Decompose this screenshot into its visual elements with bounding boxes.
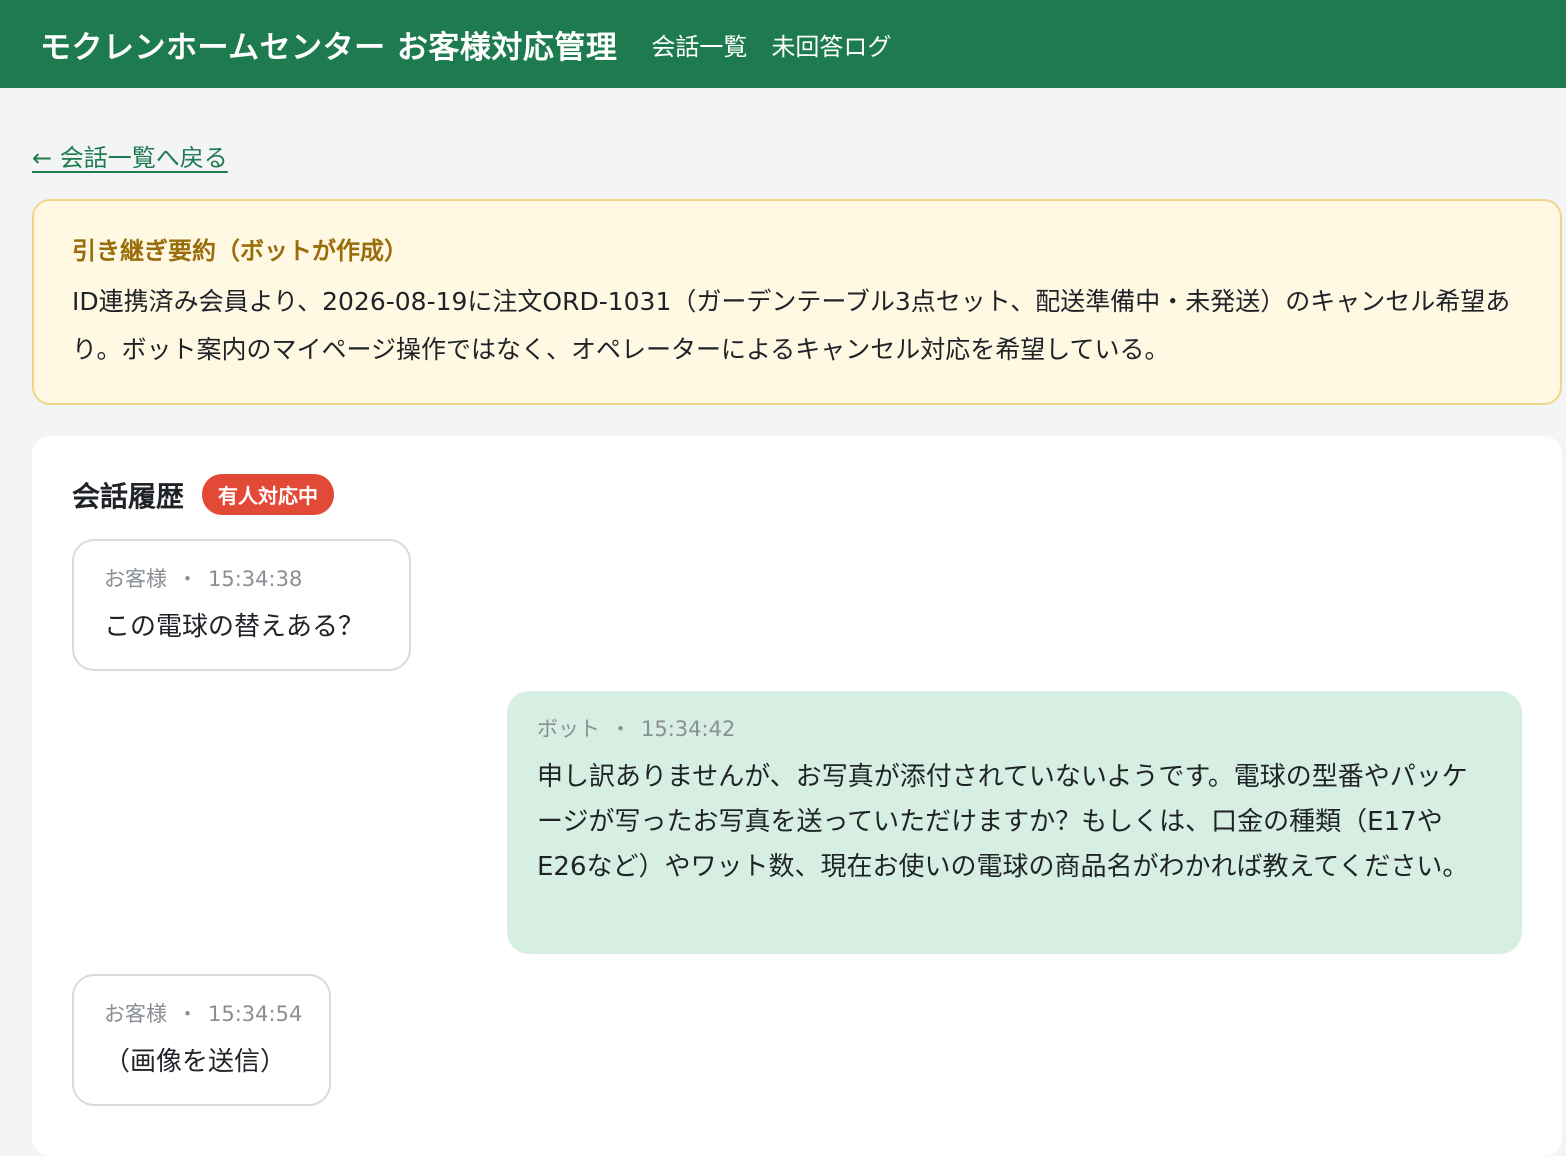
meta-separator: ・ <box>177 567 198 591</box>
message-bubble-customer: お客様・ 15:34:38 この電球の替えある？ <box>72 539 411 671</box>
message-bubble-customer: お客様・ 15:34:54 （画像を送信） <box>72 974 331 1106</box>
app-title: モクレンホームセンター お客様対応管理 <box>40 29 618 66</box>
meta-separator: ・ <box>610 717 631 741</box>
back-to-list-link[interactable]: ← 会話一覧へ戻る <box>32 138 228 173</box>
message-time: 15:34:42 <box>641 717 736 741</box>
message-sender: ボット <box>537 717 600 741</box>
message-meta: ボット・ 15:34:42 <box>537 713 1492 743</box>
message-text: （画像を送信） <box>104 1047 287 1077</box>
nav-unanswered-log[interactable]: 未回答ログ <box>771 27 891 62</box>
conversation-title: 会話履歴 <box>72 479 185 513</box>
nav-conversation-list[interactable]: 会話一覧 <box>651 27 747 62</box>
message-sender: お客様 <box>104 1002 167 1026</box>
message-sender: お客様 <box>104 567 167 591</box>
summary-title: 引き継ぎ要約（ボットが作成） <box>72 237 408 265</box>
conversation-header: 会話履歴 有人対応中 <box>72 474 335 515</box>
summary-body: ID連携済み会員より、2026-08-19に注文ORD-1031（ガーデンテーブ… <box>72 287 1511 364</box>
message-meta: お客様・ 15:34:54 <box>104 998 303 1028</box>
message-bubble-bot: ボット・ 15:34:42 申し訳ありませんが、お写真が添付されていないようです。… <box>507 691 1522 954</box>
top-header: モクレンホームセンター お客様対応管理 会話一覧 未回答ログ <box>0 0 1566 88</box>
message-text: この電球の替えある？ <box>104 612 365 642</box>
meta-separator: ・ <box>177 1002 198 1026</box>
message-text: 申し訳ありませんが、お写真が添付されていないようです。電球の型番やパッケージが写… <box>537 762 1469 882</box>
message-time: 15:34:38 <box>208 567 303 591</box>
handoff-summary: 引き継ぎ要約（ボットが作成） ID連携済み会員より、2026-08-19に注文O… <box>32 199 1562 405</box>
conversation-card: 会話履歴 有人対応中 お客様・ 15:34:38 この電球の替えある？ ボット・ 1… <box>32 436 1562 1156</box>
message-meta: お客様・ 15:34:38 <box>104 563 379 593</box>
message-time: 15:34:54 <box>208 1002 303 1026</box>
status-badge: 有人対応中 <box>202 474 335 515</box>
